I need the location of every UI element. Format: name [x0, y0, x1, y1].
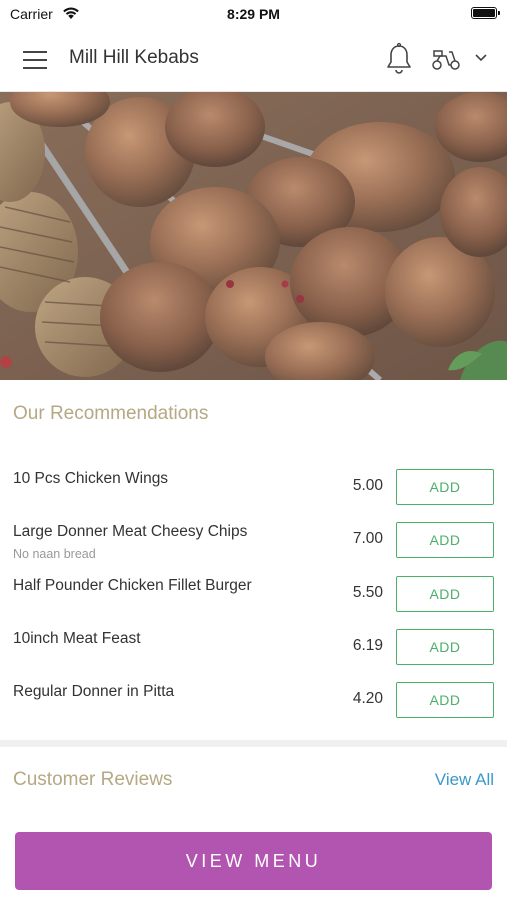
list-item: Regular Donner in Pitta 4.20 ADD	[0, 671, 507, 721]
add-button[interactable]: ADD	[396, 682, 494, 718]
reviews-title: Customer Reviews	[13, 769, 173, 790]
hero-food-image	[0, 92, 507, 380]
item-name: 10 Pcs Chicken Wings	[13, 470, 169, 487]
list-item: 10inch Meat Feast 6.19 ADD	[0, 618, 507, 668]
recommendations-title: Our Recommendations	[13, 403, 209, 424]
item-price: 4.20	[352, 690, 383, 707]
app-header: Mill Hill Kebabs	[0, 28, 507, 92]
list-item: Half Pounder Chicken Fillet Burger 5.50 …	[0, 565, 507, 615]
view-all-link[interactable]: View All	[435, 770, 494, 790]
page-title: Mill Hill Kebabs	[69, 47, 199, 68]
item-name: Regular Donner in Pitta	[13, 683, 175, 700]
item-price: 6.19	[352, 637, 383, 654]
menu-icon[interactable]	[20, 48, 50, 72]
section-divider	[0, 740, 507, 747]
status-time: 8:29 PM	[227, 6, 280, 22]
item-price: 7.00	[352, 530, 383, 547]
add-button[interactable]: ADD	[396, 629, 494, 665]
item-price: 5.50	[352, 584, 383, 601]
status-bar: Carrier 8:29 PM	[0, 0, 507, 28]
scooter-icon	[430, 44, 462, 79]
add-button[interactable]: ADD	[396, 576, 494, 612]
add-button[interactable]: ADD	[396, 522, 494, 558]
bell-icon[interactable]	[384, 42, 414, 76]
battery-icon	[471, 7, 500, 19]
list-item: Large Donner Meat Cheesy Chips No naan b…	[0, 511, 507, 561]
item-name: Half Pounder Chicken Fillet Burger	[13, 577, 252, 594]
view-menu-button[interactable]: VIEW MENU	[15, 832, 492, 890]
chevron-down-icon	[474, 50, 488, 69]
item-name: Large Donner Meat Cheesy Chips	[13, 523, 248, 540]
add-button[interactable]: ADD	[396, 469, 494, 505]
list-item: 10 Pcs Chicken Wings 5.00 ADD	[0, 458, 507, 508]
item-name: 10inch Meat Feast	[13, 630, 141, 647]
item-price: 5.00	[352, 477, 383, 494]
item-note: No naan bread	[13, 547, 96, 561]
delivery-mode-selector[interactable]	[430, 44, 494, 74]
